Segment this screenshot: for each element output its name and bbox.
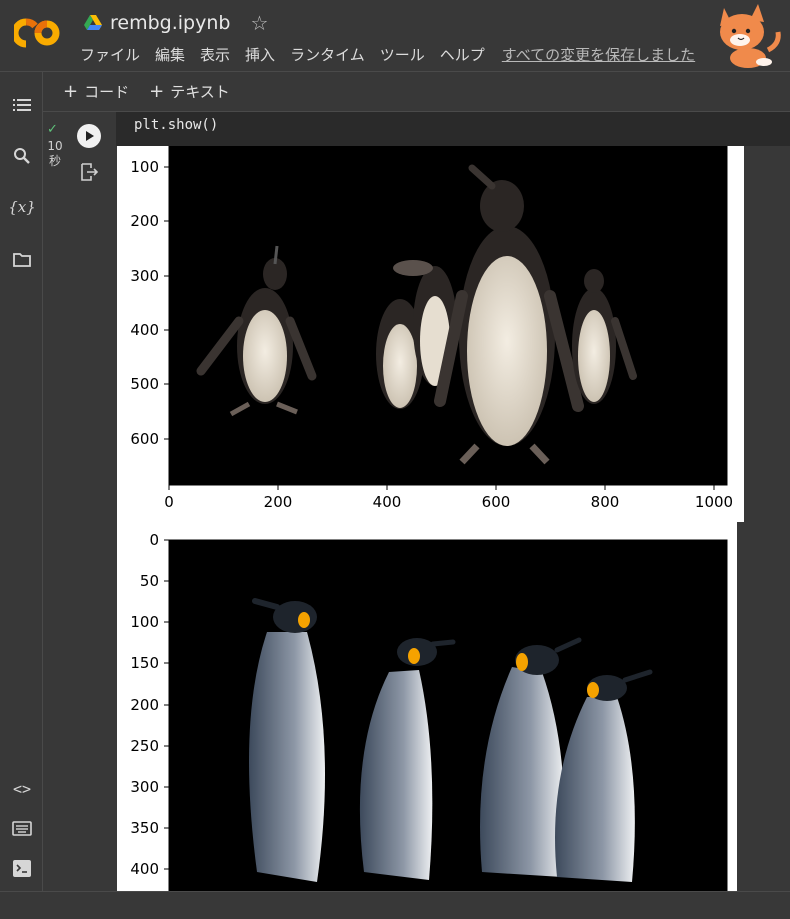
menu-bar: ファイル 編集 表示 挿入 ランタイム ツール ヘルプ すべての変更を保存しまし…	[80, 44, 710, 65]
y-tick-label-6: 600	[130, 430, 159, 448]
execution-success-icon: ✓	[47, 122, 58, 137]
y-tick-label-7: 300	[130, 778, 159, 796]
y-tick-label-5: 500	[130, 375, 159, 393]
status-bar	[0, 891, 790, 919]
execution-time: 10 秒	[46, 139, 64, 169]
right-margin	[744, 146, 790, 892]
google-drive-icon[interactable]	[84, 15, 102, 31]
plot-output-1: 100 200 300 400 500 600 0 200 400 600 80…	[117, 146, 744, 522]
menu-help[interactable]: ヘルプ	[440, 44, 485, 65]
x-axis-1: 0 200 400 600 800 1000	[164, 485, 733, 511]
table-of-contents-icon[interactable]	[11, 94, 33, 116]
execution-time-unit: 秒	[48, 154, 61, 168]
left-sidebar: {x} <>	[0, 72, 43, 892]
menu-view[interactable]: 表示	[200, 44, 230, 65]
add-text-label: テキスト	[170, 83, 230, 101]
save-status-link[interactable]: すべての変更を保存しました	[502, 44, 695, 65]
y-tick-label-4: 150	[130, 654, 159, 672]
y-tick-label-9: 400	[130, 860, 159, 878]
y-tick-label-3: 300	[130, 267, 159, 285]
y-tick-label-4: 400	[130, 321, 159, 339]
output-actions-icon[interactable]	[80, 163, 100, 181]
folder-icon[interactable]	[11, 248, 33, 270]
play-icon	[86, 131, 94, 141]
star-icon[interactable]: ☆	[250, 11, 268, 35]
run-cell-button[interactable]	[77, 124, 101, 148]
variables-icon[interactable]: {x}	[8, 196, 36, 218]
plus-icon: +	[63, 81, 79, 102]
y-tick-label-8: 350	[130, 819, 159, 837]
command-palette-icon[interactable]	[11, 817, 33, 839]
code-snippets-icon[interactable]: <>	[11, 778, 33, 800]
execution-time-value: 10	[47, 139, 63, 153]
y-tick-label-6: 250	[130, 737, 159, 755]
x-tick-label-2: 200	[264, 493, 293, 511]
menu-tools[interactable]: ツール	[380, 44, 425, 65]
header: rembg.ipynb ☆ ファイル 編集 表示 挿入 ランタイム ツール ヘル…	[0, 0, 790, 72]
y-tick-label-2: 50	[140, 572, 159, 590]
plus-icon: +	[149, 81, 165, 102]
menu-file[interactable]: ファイル	[80, 44, 140, 65]
search-icon[interactable]	[11, 145, 33, 167]
y-tick-label-2: 200	[130, 212, 159, 230]
menu-insert[interactable]: 挿入	[245, 44, 275, 65]
menu-edit[interactable]: 編集	[155, 44, 185, 65]
plot-output-2: 0 50 100 150 200 250 300 350 400	[117, 522, 737, 892]
add-code-label: コード	[84, 83, 130, 101]
colab-logo-icon[interactable]	[14, 16, 62, 50]
x-tick-label-6: 1000	[695, 493, 733, 511]
y-tick-label-1: 0	[149, 531, 159, 549]
y-tick-label-3: 100	[130, 613, 159, 631]
add-text-button[interactable]: + テキスト	[149, 81, 230, 102]
menu-runtime[interactable]: ランタイム	[290, 44, 365, 65]
x-tick-label-4: 600	[482, 493, 511, 511]
notebook-title[interactable]: rembg.ipynb	[110, 12, 230, 34]
terminal-icon[interactable]	[11, 857, 33, 879]
y-tick-label-5: 200	[130, 696, 159, 714]
x-tick-label-5: 800	[591, 493, 620, 511]
add-code-button[interactable]: + コード	[63, 81, 129, 102]
cat-mascot-icon	[720, 4, 781, 68]
x-tick-label-3: 400	[373, 493, 402, 511]
x-tick-label-1: 0	[164, 493, 174, 511]
y-tick-label-1: 100	[130, 158, 159, 176]
y-axis-1: 100 200 300 400 500 600	[130, 158, 169, 448]
title-row: rembg.ipynb ☆	[84, 10, 268, 36]
y-axis-2: 0 50 100 150 200 250 300 350 400	[130, 531, 169, 878]
notebook-toolbar: + コード + テキスト	[43, 72, 790, 112]
code-line[interactable]: plt.show()	[134, 117, 218, 133]
